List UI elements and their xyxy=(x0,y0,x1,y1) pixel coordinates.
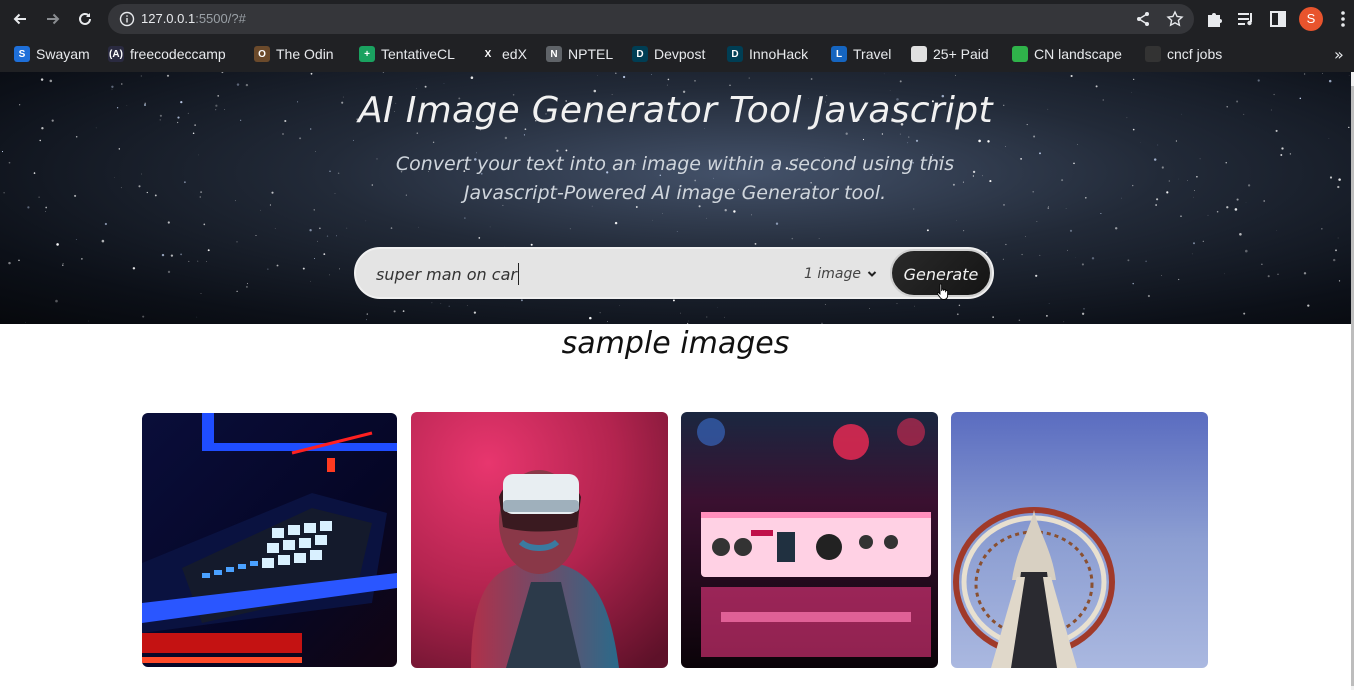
bookmark-label: edX xyxy=(502,46,527,62)
bookmark-label: Travel xyxy=(853,46,892,62)
puzzle-icon[interactable] xyxy=(1205,9,1225,29)
drum-machine-photo xyxy=(142,413,397,667)
travel-icon: L xyxy=(831,46,847,62)
paid-icon xyxy=(911,46,927,62)
url-host: 127.0.0.1 xyxy=(141,11,196,26)
url-path: :5500/?# xyxy=(195,11,246,26)
bookmark-label: CN landscape xyxy=(1034,46,1122,62)
bookmark-innohack[interactable]: D InnoHack xyxy=(727,44,808,64)
bookmark-label: NPTEL xyxy=(568,46,614,62)
sample-image-vr-headset[interactable] xyxy=(411,412,668,668)
devpost-icon: D xyxy=(727,46,743,62)
swayam-icon: S xyxy=(14,46,30,62)
profile-avatar[interactable]: S xyxy=(1299,7,1323,31)
cncf-icon xyxy=(1012,46,1028,62)
reload-icon[interactable] xyxy=(73,7,97,31)
image-gallery xyxy=(0,72,1351,690)
sample-image-audio-interface[interactable] xyxy=(681,412,938,668)
side-panel-icon[interactable] xyxy=(1268,9,1288,29)
bookmark-label: 25+ Paid xyxy=(933,46,989,62)
bookmark-label: The Odin xyxy=(276,46,334,62)
cncf-jobs-icon xyxy=(1145,46,1161,62)
bookmark-cn-landscape[interactable]: CN landscape xyxy=(1012,44,1122,64)
odin-icon: O xyxy=(254,46,270,62)
bookmarks-bar: S Swayam (A) freecodeccamp O The Odin + Tentati… xyxy=(0,38,1354,70)
vr-headset-photo xyxy=(411,412,668,668)
kebab-menu-icon[interactable] xyxy=(1333,9,1353,29)
sheets-icon: + xyxy=(359,46,375,62)
forward-arrow-icon[interactable] xyxy=(41,7,65,31)
edx-icon: X xyxy=(480,46,496,62)
back-arrow-icon[interactable] xyxy=(8,7,32,31)
browser-toolbar: 127.0.0.1:5500/?# S xyxy=(0,0,1354,38)
bookmark-the-odin[interactable]: O The Odin xyxy=(254,44,334,64)
bookmark-travel[interactable]: L Travel xyxy=(831,44,891,64)
bookmark-tentativecl[interactable]: + TentativeCL xyxy=(359,44,455,64)
audio-interface-photo xyxy=(681,412,938,668)
sample-image-space-needle[interactable] xyxy=(951,412,1208,668)
more-bookmarks-button[interactable]: » xyxy=(1334,45,1344,64)
bookmark-label: TentativeCL xyxy=(381,46,455,62)
url-text[interactable]: 127.0.0.1:5500/?# xyxy=(141,11,246,27)
bookmark-devpost[interactable]: D Devpost xyxy=(632,44,705,64)
bookmark-25-paid[interactable]: 25+ Paid xyxy=(911,44,989,64)
bookmark-label: Swayam xyxy=(36,46,90,62)
globe-icon: N xyxy=(546,46,562,62)
sample-image-drum-machine[interactable] xyxy=(142,413,397,667)
bookmark-label: Devpost xyxy=(654,46,706,62)
site-info-icon[interactable] xyxy=(119,11,135,27)
bookmark-label: cncf jobs xyxy=(1167,46,1223,62)
share-icon[interactable] xyxy=(1134,10,1152,28)
bookmark-label: InnoHack xyxy=(749,46,809,62)
bookmark-nptel[interactable]: N NPTEL xyxy=(546,44,613,64)
devpost-icon: D xyxy=(632,46,648,62)
bookmark-freecodeccamp[interactable]: (A) freecodeccamp xyxy=(108,44,226,64)
star-icon[interactable] xyxy=(1166,10,1184,28)
space-needle-photo xyxy=(951,412,1208,668)
bookmark-label: freecodeccamp xyxy=(130,46,226,62)
address-bar[interactable]: 127.0.0.1:5500/?# xyxy=(108,4,1194,34)
browser-chrome: 127.0.0.1:5500/?# S S Swayam (A) freecodecc… xyxy=(0,0,1354,72)
freecodecamp-icon: (A) xyxy=(108,46,124,62)
bookmark-edx[interactable]: XedX xyxy=(480,44,527,64)
bookmark-cncf-jobs[interactable]: cncf jobs xyxy=(1145,44,1222,64)
bookmark-swayam[interactable]: S Swayam xyxy=(14,44,90,64)
page-viewport: AI Image Generator Tool Javascript Conve… xyxy=(0,72,1354,690)
media-queue-icon[interactable] xyxy=(1236,9,1256,29)
